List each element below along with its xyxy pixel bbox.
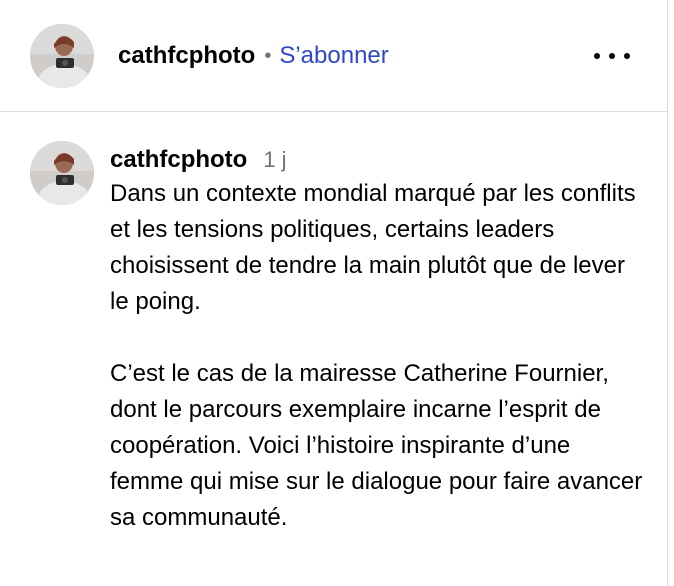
comment-header: cathfcphoto 1 j [110,144,287,176]
separator-dot: • [264,44,272,67]
caption-text: Dans un contexte mondial marqué par les … [110,176,650,572]
avatar-image [30,24,94,88]
header-user: cathfcphoto • S’abonner [118,40,389,72]
author-username[interactable]: cathfcphoto [118,42,255,70]
comment-timestamp[interactable]: 1 j [263,147,286,173]
more-dot [594,53,600,59]
more-dot [624,53,630,59]
more-dot [609,53,615,59]
more-options-icon[interactable] [594,46,630,66]
caption-paragraph: C’est le cas de la mairesse Catherine Fo… [110,360,643,531]
comment-author-avatar[interactable] [30,141,94,205]
author-avatar[interactable] [30,24,94,88]
post-header: cathfcphoto • S’abonner [0,0,668,112]
avatar-image [30,141,94,205]
caption-paragraph: Dans un contexte mondial marqué par les … [110,180,636,315]
follow-button[interactable]: S’abonner [279,42,388,70]
post-panel: cathfcphoto • S’abonner cathfcphoto 1 j [0,0,668,586]
comment-author-username[interactable]: cathfcphoto [110,146,247,174]
